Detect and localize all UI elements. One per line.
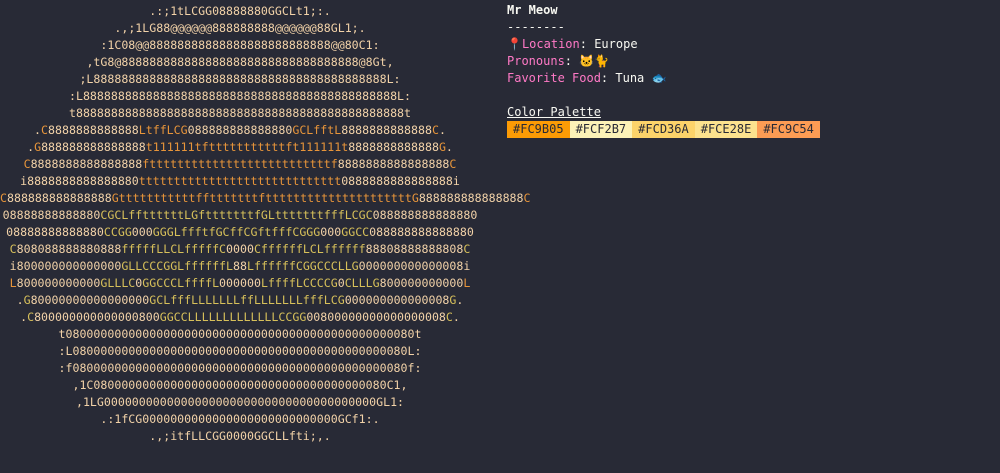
ascii-art-line: :1C08@@88888888888888888888888888@@80C1: (100, 38, 380, 52)
ascii-art-line: .C8888888888888LtffLCG088888888888880GCL… (34, 123, 446, 137)
ascii-art-line: 08888888888880CCGG000GGGLffftfGCffCGftff… (6, 225, 474, 239)
palette-swatch: #FCF2B7 (569, 121, 633, 138)
food-row: Favorite Food: Tuna 🐟 (507, 71, 667, 85)
food-value: Tuna 🐟 (615, 71, 667, 85)
location-value: Europe (594, 37, 638, 51)
ascii-art-line: .C800000000000000800GGCCLLLLLLLLLLLLLCCG… (20, 310, 460, 324)
ascii-art-line: ,1LG000000000000000000000000000000000000… (75, 395, 405, 409)
ascii-art-line: C8888888888888888ftttttttttttttttttttttt… (23, 157, 457, 171)
ascii-art-line: t080000000000000000000000000000000000000… (58, 327, 422, 341)
ascii-art-line: .:;1tLCGG08888880GGCLt1;:. (149, 4, 331, 18)
ascii-art-line: ,1C0800000000000000000000000000000000000… (72, 378, 408, 392)
ascii-art-line: 08888888888880CGCLffttttttLGftttttttfGLt… (2, 208, 478, 222)
ascii-art-line: .,;itfLLCGG0000GGCLLfti;,. (149, 429, 331, 443)
palette-swatch: #FCD36A (632, 121, 695, 138)
location-row: 📍Location: Europe (507, 37, 638, 51)
profile-info: Mr Meow -------- 📍Location: Europe Prono… (507, 2, 820, 138)
ascii-art-line: t888888888888888888888888888888888888888… (68, 106, 412, 120)
palette-title: Color Palette (507, 105, 601, 119)
profile-name: Mr Meow (507, 3, 558, 17)
ascii-art-line: .,;1LG88@@@@@@888888888@@@@@@88GL1;. (114, 21, 366, 35)
ascii-art-line: .G80000000000000000GCLfffLLLLLLLffLLLLLL… (16, 293, 464, 307)
pin-icon: 📍 (507, 37, 522, 51)
separator: -------- (507, 20, 565, 34)
palette-swatch: #FC9B05 (507, 121, 570, 138)
ascii-art-line: .:1fCG0000000000000000000000000000GCf1:. (100, 412, 380, 426)
ascii-art-line: :L88888888888888888888888888888888888888… (68, 89, 412, 103)
ascii-art-line: :f08000000000000000000000000000000000000… (58, 361, 422, 375)
ascii-art-cat: .:;1tLCGG08888880GGCLt1;:. .,;1LG88@@@@@@… (0, 0, 531, 445)
ascii-art-line: C888888888888888Gtttttttttttfftttttttftt… (0, 191, 531, 205)
ascii-art-line: i8888888888888880ttttttttttttttttttttttt… (20, 174, 460, 188)
color-palette: #FC9B05 #FCF2B7 #FCD36A #FCE28E #FC9C54 (507, 121, 820, 138)
ascii-art-line: C808088888880888fffffLLCLfffffC0000Cffff… (9, 242, 471, 256)
location-label: Location (521, 37, 580, 51)
palette-swatch: #FCE28E (694, 121, 758, 138)
ascii-art-line: L800000000000GLLLC0GGCCCLffffL000000Lfff… (9, 276, 471, 290)
ascii-art-line: ;L88888888888888888888888888888888888888… (79, 72, 401, 86)
pronouns-row: Pronouns: 🐱🐈 (507, 54, 610, 68)
ascii-art-line: .G888888888888888t111111tftttttttttttft1… (27, 140, 453, 154)
ascii-art-line: i800000000000000GLLCCCGGLffffffL88Lfffff… (9, 259, 471, 273)
palette-swatch: #FC9C54 (757, 121, 820, 138)
pronouns-label: Pronouns (507, 54, 565, 68)
food-label: Favorite Food (507, 71, 601, 85)
ascii-art-line: :L08000000000000000000000000000000000000… (58, 344, 422, 358)
pronouns-value: 🐱🐈 (579, 54, 610, 68)
ascii-art-line: ,tG8@8888888888888888888888888888888888@… (86, 55, 394, 69)
